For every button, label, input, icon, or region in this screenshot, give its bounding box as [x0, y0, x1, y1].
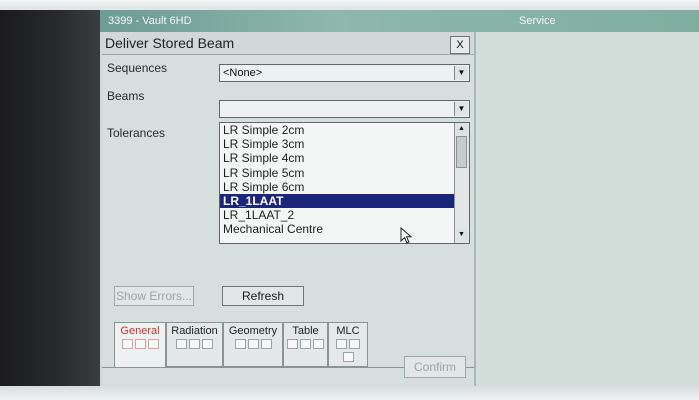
- screen-glare-bottom: [0, 386, 699, 400]
- monitor-bezel: [0, 0, 100, 400]
- refresh-button[interactable]: Refresh: [222, 286, 304, 306]
- sequences-dropdown[interactable]: <None> ▼: [219, 64, 470, 82]
- list-item[interactable]: LR Simple 2cm: [220, 123, 454, 137]
- tab-label: MLC: [336, 325, 360, 337]
- tab-mlc[interactable]: MLC: [328, 322, 368, 367]
- show-errors-button[interactable]: Show Errors...: [114, 286, 194, 306]
- tab-general[interactable]: General: [114, 322, 166, 367]
- beams-dropdown[interactable]: ▼: [219, 100, 470, 118]
- list-item[interactable]: LR Simple 4cm: [220, 151, 454, 165]
- sequences-label: Sequences: [107, 61, 168, 75]
- list-item[interactable]: Mechanical Centre: [220, 222, 454, 236]
- dialog-titlebar: Deliver Stored Beam X: [102, 32, 474, 55]
- confirm-button[interactable]: Confirm: [404, 356, 466, 378]
- chevron-down-icon[interactable]: ▼: [454, 102, 468, 116]
- status-indicators: [224, 339, 282, 352]
- window-title: 3399 - Vault 6HD: [108, 15, 192, 27]
- scroll-thumb[interactable]: [456, 136, 467, 168]
- list-item-selected[interactable]: LR_1LAAT: [220, 193, 454, 209]
- status-indicators: [284, 339, 327, 352]
- screen-glare-top: [0, 0, 699, 10]
- beams-list[interactable]: LR Simple 2cm LR Simple 3cm LR Simple 4c…: [219, 122, 470, 244]
- tab-geometry[interactable]: Geometry: [223, 322, 283, 367]
- list-item[interactable]: LR Simple 5cm: [220, 166, 454, 180]
- list-item[interactable]: LR_1LAAT_2: [220, 208, 454, 222]
- tab-radiation[interactable]: Radiation: [166, 322, 223, 367]
- list-item[interactable]: LR Simple 6cm: [220, 180, 454, 194]
- tab-label: Geometry: [228, 325, 278, 337]
- service-mode-label: Service: [519, 15, 556, 27]
- list-scrollbar[interactable]: ▲ ▼: [454, 123, 469, 243]
- tolerances-label: Tolerances: [107, 126, 166, 140]
- scroll-up-icon[interactable]: ▲: [455, 123, 468, 135]
- beams-label: Beams: [107, 89, 145, 103]
- status-indicators: [329, 339, 367, 365]
- tab-label: Radiation: [171, 325, 218, 337]
- close-button[interactable]: X: [450, 36, 470, 54]
- status-indicators: [167, 339, 222, 352]
- chevron-down-icon[interactable]: ▼: [454, 66, 468, 80]
- mouse-pointer-icon: [400, 227, 413, 244]
- tab-label: Table: [292, 325, 319, 337]
- tab-label: General: [120, 325, 160, 337]
- sequences-value: <None>: [223, 67, 263, 79]
- status-indicators: [115, 339, 165, 352]
- list-item[interactable]: LR Simple 3cm: [220, 137, 454, 151]
- deliver-stored-beam-dialog: Deliver Stored Beam X Sequences <None> ▼…: [102, 32, 474, 386]
- application-screen: 3399 - Vault 6HD Service Deliver Stored …: [100, 10, 699, 386]
- window-titlebar: 3399 - Vault 6HD Service: [100, 10, 699, 32]
- dialog-title: Deliver Stored Beam: [105, 35, 235, 51]
- scroll-down-icon[interactable]: ▼: [455, 229, 468, 241]
- service-panel: [474, 32, 699, 386]
- tab-table[interactable]: Table: [283, 322, 328, 367]
